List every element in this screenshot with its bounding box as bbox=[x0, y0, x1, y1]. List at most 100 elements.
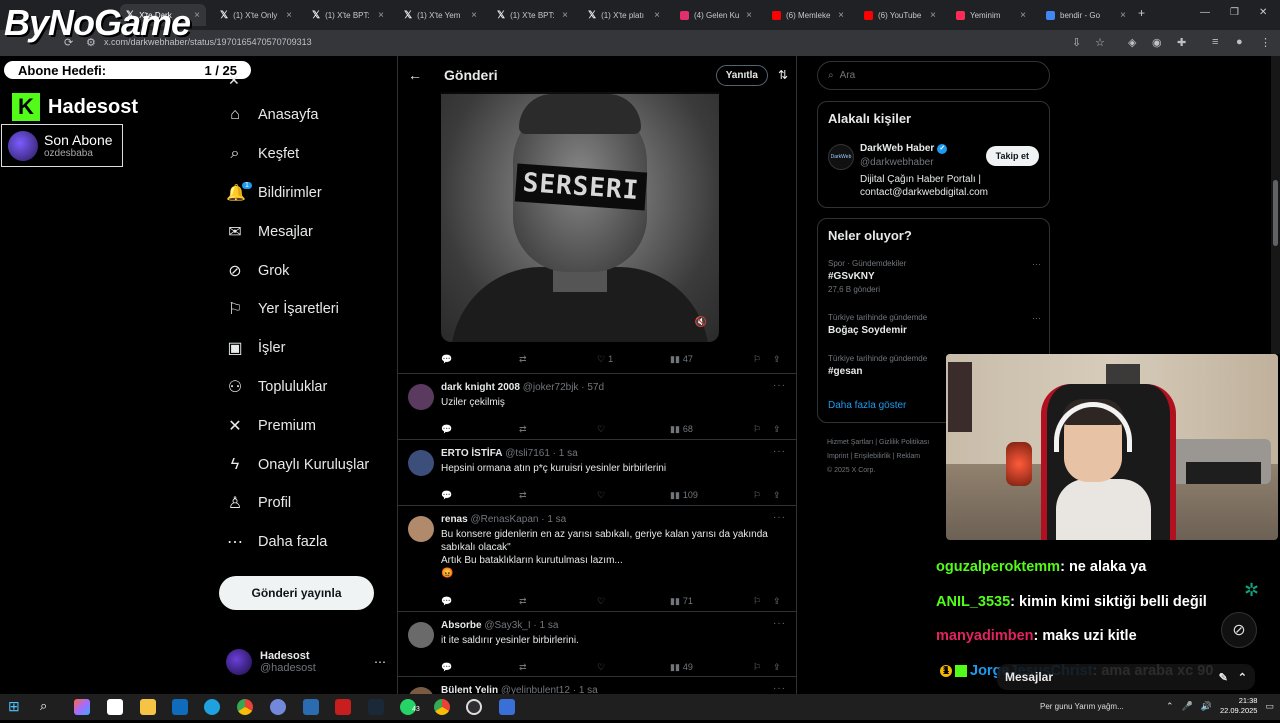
more-icon[interactable]: ··· bbox=[1032, 259, 1041, 269]
back-arrow-icon[interactable]: ← bbox=[408, 67, 434, 83]
reply-icon[interactable]: 💬 bbox=[441, 490, 519, 501]
nav-item-bildirimler[interactable]: 🔔 Bildirimler 1 bbox=[220, 174, 390, 213]
reply-item[interactable]: renas @RenasKapan · 1 sa ··· Bu konsere gi… bbox=[398, 505, 796, 611]
bookmark-icon[interactable]: ⚐ bbox=[753, 354, 773, 365]
discord-icon[interactable] bbox=[270, 699, 286, 715]
reply-item[interactable]: Bülent Yelin @yelinbulent12 · 1 sa ··· bbox=[398, 676, 796, 696]
browser-tab[interactable]: (4) Gelen Ku × bbox=[674, 4, 758, 26]
post-button[interactable]: Gönderi yayınla bbox=[219, 576, 374, 610]
close-tab-icon[interactable]: × bbox=[562, 10, 568, 21]
reply-author[interactable]: dark knight 2008 bbox=[441, 382, 520, 393]
share-icon[interactable]: ⇪ bbox=[773, 662, 785, 673]
nav-item-i-ler[interactable]: ▣ İşler bbox=[220, 329, 390, 368]
trend-item[interactable]: Türkiye tarihinde gündemde Boğaç Soydemir… bbox=[828, 313, 1043, 336]
obs-icon[interactable] bbox=[466, 699, 482, 715]
bookmark-star-icon[interactable]: ☆ bbox=[1095, 36, 1105, 49]
copilot-icon[interactable] bbox=[74, 699, 90, 715]
views-icon[interactable]: ▮▮ 49 bbox=[670, 662, 753, 673]
reply-item[interactable]: ERTO İSTİFA @tsli7161 · 1 sa ··· Hepsini o… bbox=[398, 439, 796, 505]
nav-item-mesajlar[interactable]: ✉ Mesajlar bbox=[220, 212, 390, 251]
more-icon[interactable]: ⋯ bbox=[374, 655, 386, 669]
browser-tab[interactable]: bendir - Go × bbox=[1040, 4, 1132, 26]
chrome-active-icon[interactable] bbox=[434, 699, 450, 715]
close-tab-icon[interactable]: × bbox=[1020, 10, 1026, 21]
repost-icon[interactable]: ⇄ bbox=[519, 662, 597, 673]
share-icon[interactable]: ⇪ bbox=[773, 490, 785, 501]
search-icon[interactable]: ⌕ bbox=[40, 698, 56, 714]
reply-item[interactable]: Absorbe @Say3k_I · 1 sa ··· it ite saldırı… bbox=[398, 611, 796, 676]
grok-float-icon[interactable]: ⊘ bbox=[1221, 612, 1257, 648]
compose-message-icon[interactable]: ✎ bbox=[1219, 671, 1228, 684]
reply-item[interactable]: dark knight 2008 @joker72bjk · 57d ··· Uzi… bbox=[398, 373, 796, 439]
nav-item-grok[interactable]: ⊘ Grok bbox=[220, 251, 390, 290]
close-tab-icon[interactable]: × bbox=[286, 10, 292, 21]
footer-link[interactable]: Hizmet Şartları bbox=[827, 439, 873, 446]
chatgpt-icon[interactable]: ✲ bbox=[1244, 580, 1259, 601]
like-icon[interactable]: ♡ bbox=[597, 424, 670, 435]
edge-icon[interactable] bbox=[204, 699, 220, 715]
browser-tab[interactable]: 𝕏 (1) X'te BPT: × bbox=[306, 4, 390, 26]
notification-icon[interactable]: ▭ bbox=[1265, 701, 1274, 712]
follow-button[interactable]: Takip et bbox=[985, 146, 1039, 166]
app-icon[interactable] bbox=[303, 699, 319, 715]
mute-icon[interactable]: 🔇 bbox=[695, 317, 707, 328]
extension-icon[interactable]: ◉ bbox=[1152, 36, 1162, 49]
scrollbar[interactable] bbox=[1271, 56, 1280, 354]
account-switcher[interactable]: Hadesost @hadesost ⋯ bbox=[226, 649, 386, 675]
minimize-icon[interactable]: — bbox=[1200, 7, 1210, 18]
browser-tab[interactable]: 𝕏 (1) X'te platı × bbox=[582, 4, 666, 26]
volume-icon[interactable]: 🔊 bbox=[1201, 701, 1212, 712]
share-icon[interactable]: ⇪ bbox=[773, 424, 785, 435]
filter-icon[interactable]: ⇅ bbox=[778, 68, 788, 82]
like-icon[interactable]: ♡ bbox=[597, 596, 670, 607]
repost-icon[interactable]: ⇄ bbox=[519, 596, 597, 607]
like-icon[interactable]: ♡ bbox=[597, 490, 670, 501]
close-tab-icon[interactable]: × bbox=[378, 10, 384, 21]
search-input[interactable]: ⌕ Ara bbox=[817, 61, 1050, 90]
close-tab-icon[interactable]: × bbox=[194, 10, 200, 21]
reply-author[interactable]: renas bbox=[441, 514, 468, 525]
close-tab-icon[interactable]: × bbox=[838, 10, 844, 21]
reply-author[interactable]: ERTO İSTİFA bbox=[441, 448, 503, 459]
more-icon[interactable]: ··· bbox=[773, 683, 786, 694]
x-logo-icon[interactable]: ✕ bbox=[228, 72, 240, 89]
post-media-video[interactable]: SERSERI 🔇 bbox=[441, 92, 719, 342]
close-window-icon[interactable]: ✕ bbox=[1259, 7, 1267, 18]
nav-item-onayl-kurulu-lar[interactable]: ϟ Onaylı Kuruluşlar bbox=[220, 445, 390, 484]
close-tab-icon[interactable]: × bbox=[1120, 10, 1126, 21]
chrome-icon[interactable] bbox=[237, 699, 253, 715]
nav-item-ke-fet[interactable]: ⌕ Keşfet bbox=[220, 135, 390, 174]
browser-tab[interactable]: 𝕏 (1) X'te Only × bbox=[214, 4, 298, 26]
views-icon[interactable]: ▮▮ 68 bbox=[670, 424, 753, 435]
avatar[interactable] bbox=[408, 516, 434, 542]
views-icon[interactable]: ▮▮ 109 bbox=[670, 490, 753, 501]
messages-bar[interactable]: Mesajlar ✎ ⌃ bbox=[997, 664, 1255, 690]
nav-item-topluluklar[interactable]: ⚇ Topluluklar bbox=[220, 368, 390, 407]
browser-tab[interactable]: Yeminim × bbox=[950, 4, 1032, 26]
outlook-icon[interactable] bbox=[172, 699, 188, 715]
repost-icon[interactable]: ⇄ bbox=[519, 490, 597, 501]
avatar[interactable]: DarkWeb bbox=[828, 144, 854, 170]
nav-item-anasayfa[interactable]: ⌂ Anasayfa bbox=[220, 96, 390, 135]
avatar[interactable] bbox=[408, 622, 434, 648]
like-icon[interactable]: ♡ bbox=[597, 662, 670, 673]
browser-tab[interactable]: (6) Memleke × bbox=[766, 4, 850, 26]
footer-link[interactable]: Erişilebilirlik bbox=[854, 453, 891, 460]
new-tab-icon[interactable]: + bbox=[1138, 6, 1145, 20]
reply-icon[interactable]: 💬 bbox=[441, 424, 519, 435]
weather-widget[interactable]: Per gunu Yarım yağm... bbox=[1040, 702, 1124, 711]
nav-item-daha-fazla[interactable]: ⋯ Daha fazla bbox=[220, 523, 390, 562]
show-more-link[interactable]: Daha fazla göster bbox=[828, 400, 906, 411]
footer-link[interactable]: Imprint bbox=[827, 453, 848, 460]
menu-icon[interactable]: ⋮ bbox=[1260, 36, 1271, 49]
bookmark-icon[interactable]: ⚐ bbox=[753, 424, 773, 435]
windows-start-icon[interactable]: ⊞ bbox=[8, 698, 24, 714]
mic-icon[interactable]: 🎤 bbox=[1182, 701, 1193, 712]
avatar[interactable] bbox=[408, 384, 434, 410]
install-icon[interactable]: ⇩ bbox=[1072, 36, 1081, 49]
profile-avatar-icon[interactable]: ● bbox=[1236, 36, 1243, 48]
views-icon[interactable]: ▮▮ 71 bbox=[670, 596, 753, 607]
more-icon[interactable]: ··· bbox=[773, 512, 786, 523]
clock[interactable]: 21:38 22.09.2025 bbox=[1220, 696, 1258, 716]
browser-tab[interactable]: (6) YouTube × bbox=[858, 4, 942, 26]
